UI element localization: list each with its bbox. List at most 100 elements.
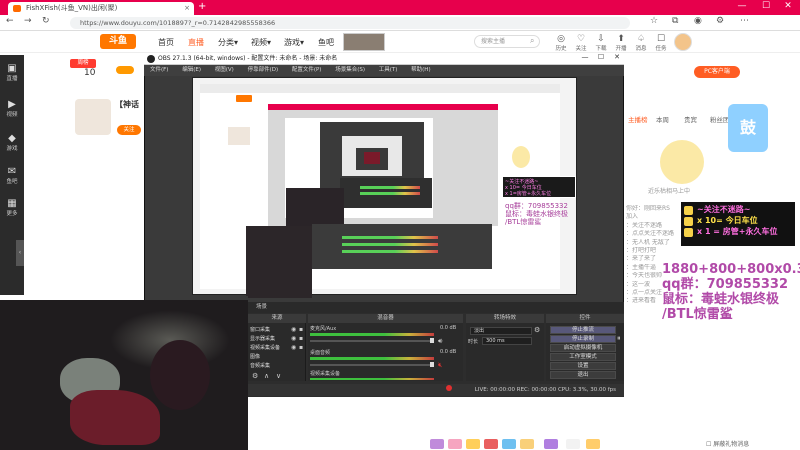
header-upload[interactable]: ⬆ 开播 (611, 34, 631, 52)
source-item[interactable]: 图像 (250, 353, 260, 360)
header-promo-thumbnail[interactable] (343, 33, 385, 51)
nav-fishbar[interactable]: 鱼吧 (318, 37, 334, 48)
gift-item[interactable] (466, 439, 480, 449)
sidebar-collapse-button[interactable]: ‹ (16, 240, 24, 266)
menu-icon[interactable]: ⋯ (740, 16, 749, 26)
user-avatar[interactable] (674, 33, 692, 51)
back-icon[interactable]: ← (6, 16, 14, 26)
virtual-camera-button[interactable]: 启动虚拟摄像机 (550, 344, 616, 352)
volume-slider[interactable] (310, 364, 434, 366)
obs-maximize-button[interactable]: ☐ (594, 53, 608, 61)
transition-type-select[interactable]: 淡出 (470, 327, 532, 335)
search-icon[interactable]: ⌕ (530, 36, 534, 46)
pc-client-button[interactable]: PC客户端 (694, 66, 740, 78)
exit-button[interactable]: 退出 (550, 371, 616, 379)
activity-badge[interactable]: 鼓 (728, 104, 768, 152)
extensions-icon[interactable]: ⚙ (716, 16, 724, 26)
source-item[interactable]: 视频采集设备 (250, 344, 280, 351)
nav-category[interactable]: 分类▾ (218, 37, 238, 48)
gift-item[interactable] (484, 439, 498, 449)
settings-gear-icon[interactable]: ⚙ (534, 326, 540, 334)
source-item[interactable]: 音频采集 (250, 362, 270, 369)
browser-tab[interactable]: FishXFish(斗鱼_VN)出闲(聚) × (8, 2, 194, 15)
gift-item[interactable] (430, 439, 444, 449)
gift-item[interactable] (520, 439, 534, 449)
header-download[interactable]: ⇩ 下载 (591, 34, 611, 52)
sidebar-item-more[interactable]: ▦ 更多 (0, 198, 24, 217)
menu-edit[interactable]: 编辑(E) (182, 67, 201, 73)
source-item[interactable]: 显示器采集 (250, 335, 275, 342)
sidebar-item-fishbar[interactable]: ✉ 鱼吧 (0, 166, 24, 185)
speaker-muted-icon[interactable]: 🔇︎ (438, 361, 442, 370)
menu-tools[interactable]: 工具(T) (379, 67, 398, 73)
close-window-button[interactable]: ✕ (776, 1, 800, 11)
sidebar-item-video[interactable]: ▶ 视频 (0, 99, 24, 118)
settings-button[interactable]: 设置 (550, 362, 616, 370)
nav-home[interactable]: 首页 (158, 37, 174, 48)
gift-item[interactable] (586, 439, 600, 449)
volume-slider-handle[interactable] (430, 338, 434, 343)
forward-icon[interactable]: → (24, 16, 32, 26)
volume-slider[interactable] (310, 340, 434, 342)
collections-icon[interactable]: ⧉ (672, 16, 678, 26)
tab-fanclub[interactable]: 粉丝团 (710, 114, 730, 124)
minimize-button[interactable]: — (730, 1, 754, 11)
visibility-eye-icon[interactable]: ◉ (291, 326, 296, 333)
visibility-eye-icon[interactable]: ◉ (291, 344, 296, 351)
stop-recording-button[interactable]: 停止录制 (550, 335, 616, 343)
menu-help[interactable]: 帮助(H) (411, 67, 430, 73)
menu-docks[interactable]: 停靠部件(D) (248, 67, 279, 73)
tab-streamer-rank[interactable]: 主播榜 (628, 114, 648, 124)
menu-profile[interactable]: 配置文件(P) (292, 67, 322, 73)
lock-icon[interactable]: ▪ (299, 326, 303, 333)
speaker-icon[interactable]: 🔊︎ (438, 337, 442, 346)
source-item[interactable]: 窗口采集 (250, 326, 270, 333)
streamer-avatar[interactable] (75, 99, 111, 135)
header-history[interactable]: ◎ 历史 (551, 34, 571, 52)
studio-mode-button[interactable]: 工作室模式 (550, 353, 616, 361)
block-gift-checkbox[interactable]: ☐ 屏蔽礼物消息 (706, 439, 749, 448)
transition-duration-input[interactable]: 300 ms (482, 337, 532, 345)
menu-file[interactable]: 文件(F) (150, 67, 168, 73)
sidebar-item-game[interactable]: ◆ 游戏 (0, 133, 24, 152)
douyu-logo[interactable]: 斗鱼 (100, 34, 136, 49)
pause-icon[interactable]: ⏸ (617, 334, 621, 343)
lock-icon[interactable]: ▪ (299, 335, 303, 342)
tab-close-icon[interactable]: × (184, 2, 190, 15)
stop-streaming-button[interactable]: 停止推流 (550, 326, 616, 334)
volume-slider-handle[interactable] (430, 362, 434, 367)
add-source-icon[interactable]: ⚙ (252, 372, 258, 380)
move-down-icon[interactable]: ∨ (276, 372, 281, 380)
nested-overlay-text: qq群：709855332 鼠标：毒蛙水银终极 /BTL惊雷鲨 (505, 202, 568, 226)
profile-icon[interactable]: ◉ (694, 16, 702, 26)
obs-close-button[interactable]: ✕ (610, 53, 624, 61)
header-messages[interactable]: ♤ 消息 (631, 34, 651, 52)
visibility-eye-icon[interactable]: ◉ (291, 335, 296, 342)
favorites-icon[interactable]: ☆ (650, 16, 658, 26)
gift-item[interactable] (566, 439, 580, 449)
mixer-channel-label: 视频采集设备 (310, 371, 341, 377)
lock-icon[interactable]: ▪ (299, 344, 303, 351)
gift-item[interactable] (448, 439, 462, 449)
obs-minimize-button[interactable]: — (578, 53, 592, 61)
nav-game[interactable]: 游戏▾ (284, 37, 304, 48)
reload-icon[interactable]: ↻ (42, 16, 50, 26)
nav-video[interactable]: 视频▾ (251, 37, 271, 48)
nested-obs-mixer (340, 178, 432, 208)
header-tasks[interactable]: ☐ 任务 (651, 34, 671, 52)
follow-button[interactable]: 关注 (117, 125, 141, 135)
new-tab-button[interactable]: + (198, 1, 206, 12)
gift-item[interactable] (544, 439, 558, 449)
move-up-icon[interactable]: ∧ (264, 372, 269, 380)
sidebar-item-live[interactable]: ▣ 直播 (0, 63, 24, 82)
menu-scene-collection[interactable]: 场景集合(S) (335, 67, 365, 73)
tab-vip[interactable]: 贵宾 (684, 114, 697, 124)
tab-week[interactable]: 本周 (656, 114, 669, 124)
maximize-button[interactable]: ☐ (754, 1, 778, 11)
crown-icon (684, 228, 693, 237)
url-input[interactable]: https://www.douyu.com/1018897?_r=0.71428… (70, 17, 630, 29)
nav-live[interactable]: 直播 (188, 37, 204, 48)
gift-item[interactable] (502, 439, 516, 449)
menu-view[interactable]: 视图(V) (215, 67, 234, 73)
header-follow[interactable]: ♡ 关注 (571, 34, 591, 52)
